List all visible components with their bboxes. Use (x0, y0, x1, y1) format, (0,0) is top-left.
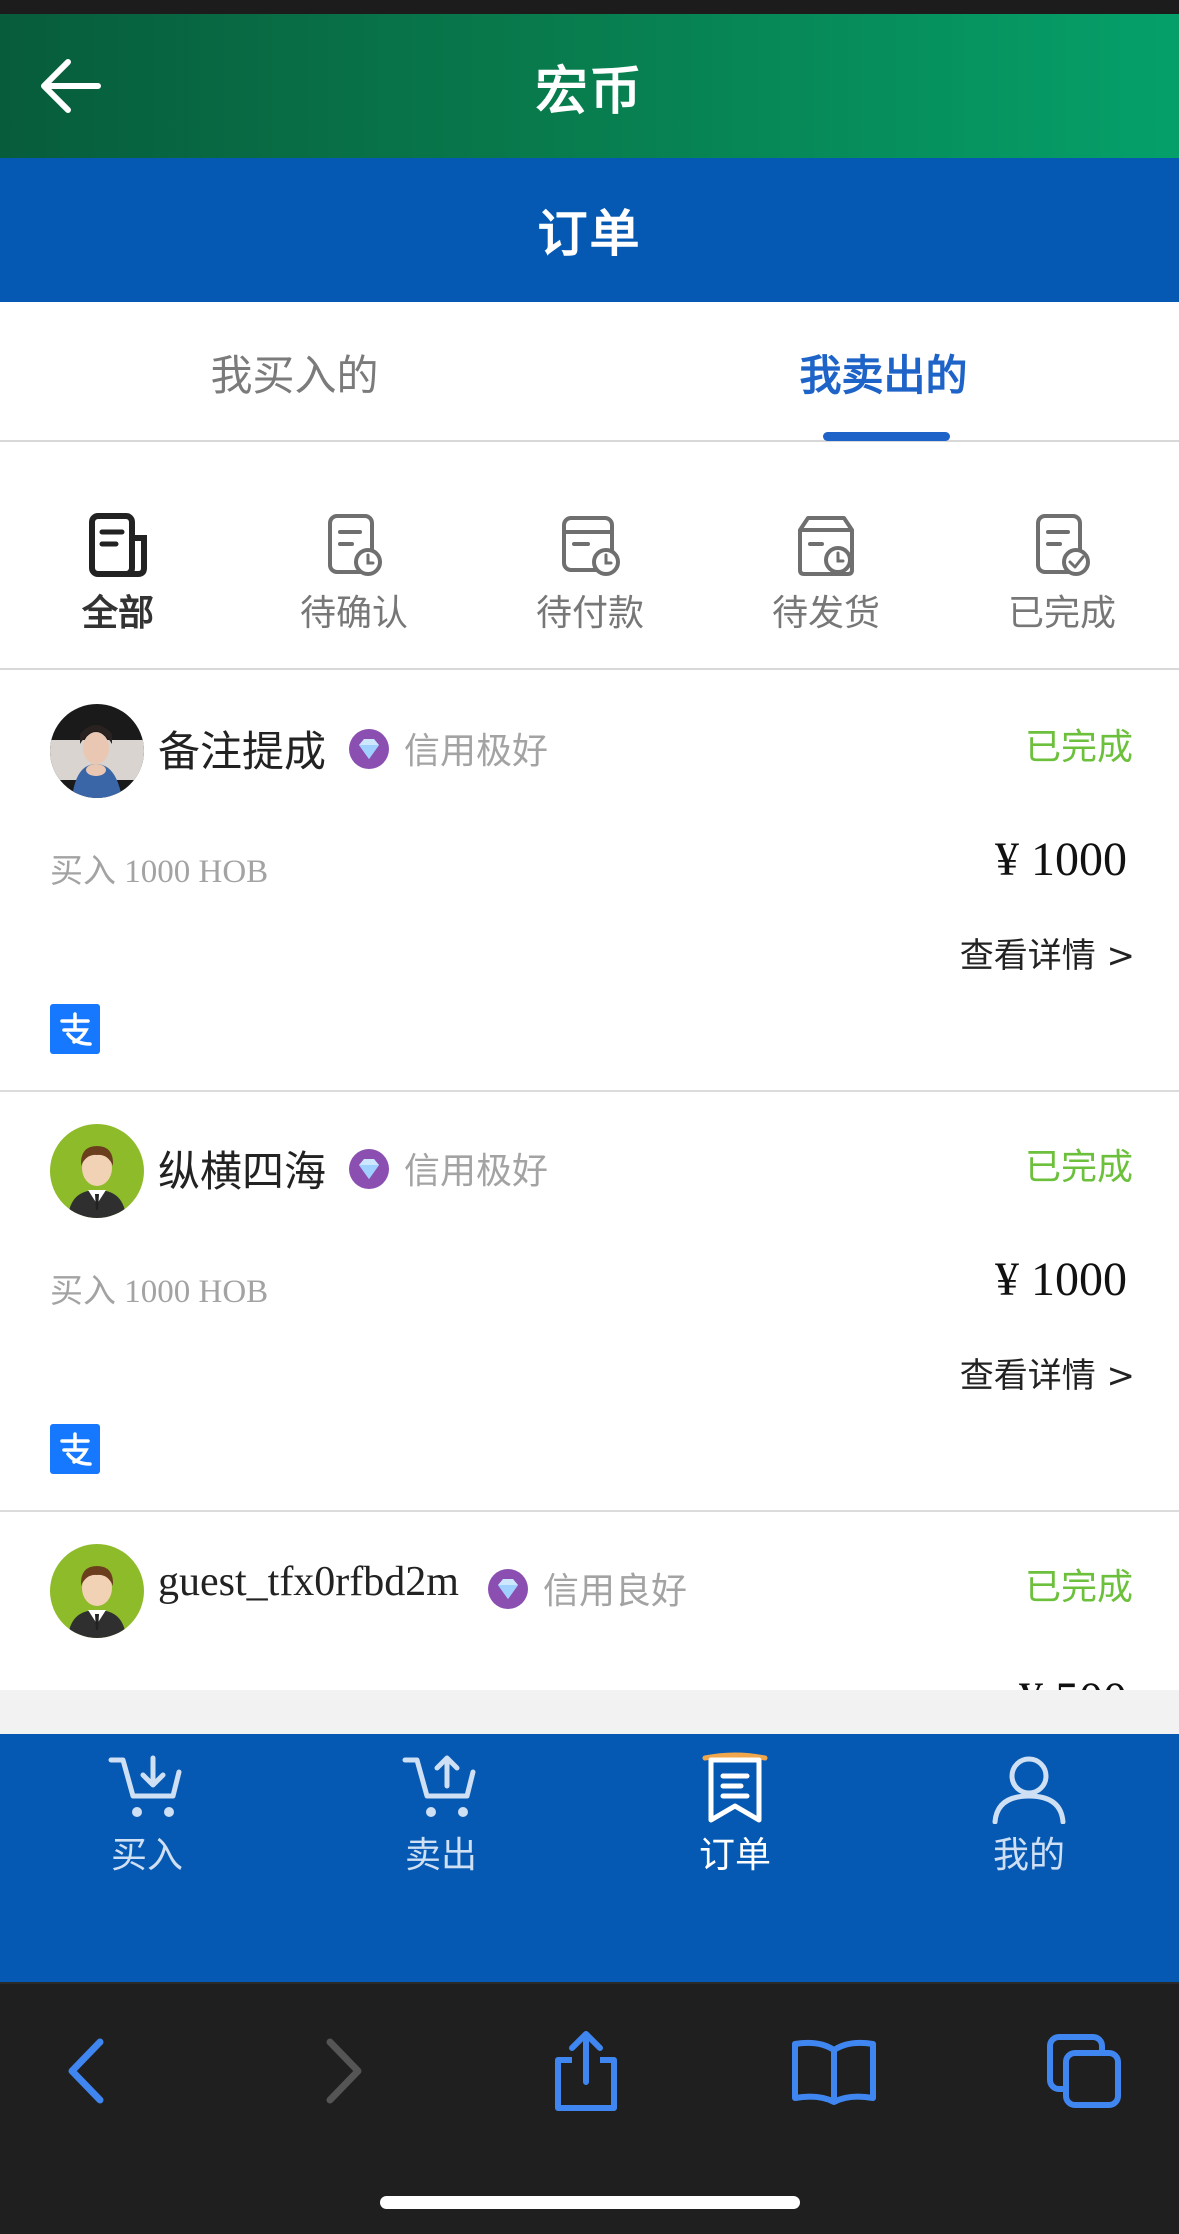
username: 备注提成 (158, 730, 327, 776)
order-price: ¥ 500 (1019, 1672, 1127, 1690)
page-title: 宏币 (535, 61, 644, 122)
status-badge: 已完成 (1024, 1147, 1133, 1188)
tabs-icon (1047, 2034, 1121, 2108)
share-button[interactable] (536, 2026, 636, 2116)
status-badge: 已完成 (1024, 727, 1133, 768)
order-price: ¥ 1000 (995, 833, 1127, 886)
filter-label: 待确认 (299, 593, 408, 634)
order-tabs: 我买入的 我卖出的 (0, 302, 1179, 442)
browser-forward-button[interactable] (292, 2026, 392, 2116)
alipay-icon (50, 1424, 100, 1474)
nav-label: 买入 (110, 1835, 183, 1876)
bookmarks-icon (792, 2039, 876, 2105)
pending-payment-icon (562, 516, 620, 576)
nav-orders[interactable]: 订单 (588, 1752, 882, 1882)
status-strip (0, 0, 1179, 14)
cart-buy-icon (108, 1755, 182, 1817)
filter-pending-payment[interactable]: 待付款 (472, 512, 708, 642)
order-card[interactable]: 纵横四海 信用极好 已完成 买入 1000 HOB ¥ 1000 查看详情 > (0, 1092, 1179, 1512)
completed-icon (1036, 514, 1090, 576)
filter-label: 已完成 (1007, 593, 1116, 634)
diamond-icon (349, 729, 389, 769)
share-icon (555, 2031, 617, 2111)
back-arrow-icon (41, 59, 101, 113)
order-bar: 订单 (0, 158, 1179, 302)
list-footer-gap (0, 1690, 1179, 1734)
order-price: ¥ 1000 (995, 1253, 1127, 1306)
avatar (50, 1124, 144, 1218)
filter-pending-confirm[interactable]: 待确认 (236, 512, 472, 642)
order-card[interactable]: guest_tfx0rfbd2m 信用良好 已完成 ¥ 500 (0, 1512, 1179, 1690)
filter-pending-shipment[interactable]: 待发货 (708, 512, 944, 642)
tab-bought[interactable]: 我买入的 (0, 302, 589, 442)
back-arrow-icon (68, 2038, 104, 2104)
nav-profile[interactable]: 我的 (882, 1752, 1176, 1882)
order-list-icon (702, 1752, 768, 1823)
tabs-button[interactable] (1034, 2026, 1134, 2116)
credit-rating: 信用极好 (404, 1151, 549, 1192)
nav-label: 订单 (698, 1835, 771, 1876)
diamond-icon (488, 1569, 528, 1609)
nav-sell[interactable]: 卖出 (294, 1752, 588, 1882)
alipay-icon (50, 1004, 100, 1054)
bottom-nav: 买入 卖出 订单 我的 (0, 1734, 1179, 1982)
filter-label: 全部 (81, 593, 154, 634)
app-header: 宏币 (0, 14, 1179, 158)
filter-label: 待付款 (535, 593, 644, 634)
credit-rating: 信用良好 (543, 1571, 688, 1612)
pending-shipment-icon (798, 516, 854, 576)
order-description: 买入 1000 HOB (50, 854, 269, 890)
username: 纵横四海 (158, 1150, 327, 1196)
user-profile-icon (992, 1756, 1066, 1824)
credit-rating: 信用极好 (404, 731, 549, 772)
order-list: 备注提成 信用极好 已完成 买入 1000 HOB ¥ 1000 查看详情 > (0, 672, 1179, 1690)
nav-label: 我的 (992, 1835, 1065, 1876)
tab-sold[interactable]: 我卖出的 (589, 302, 1178, 442)
pending-confirm-icon (328, 514, 382, 576)
avatar (50, 704, 144, 798)
nav-buy[interactable]: 买入 (0, 1752, 294, 1882)
view-details-link[interactable]: 查看详情 > (960, 1348, 1135, 1397)
screen: 宏币 订单 我买入的 我卖出的 全部 待确认 待付款 待发货 已完成 备注提成 … (0, 0, 1179, 2234)
filter-all[interactable]: 全部 (0, 512, 236, 642)
avatar (50, 1544, 144, 1638)
browser-back-button[interactable] (38, 2026, 138, 2116)
order-card[interactable]: 备注提成 信用极好 已完成 买入 1000 HOB ¥ 1000 查看详情 > (0, 672, 1179, 1092)
status-filter-row: 全部 待确认 待付款 待发货 已完成 (0, 442, 1179, 670)
home-indicator (380, 2196, 800, 2209)
section-title: 订单 (537, 205, 642, 263)
back-button[interactable] (38, 56, 102, 116)
username: guest_tfx0rfbd2m (158, 1559, 459, 1605)
status-badge: 已完成 (1024, 1567, 1133, 1608)
view-details-link[interactable]: 查看详情 > (960, 928, 1135, 977)
cart-sell-icon (402, 1755, 476, 1817)
forward-arrow-icon (326, 2038, 362, 2104)
filter-completed[interactable]: 已完成 (944, 512, 1179, 642)
order-description: 买入 1000 HOB (50, 1274, 269, 1310)
diamond-icon (349, 1149, 389, 1189)
bookmarks-button[interactable] (784, 2026, 884, 2116)
active-tab-indicator (823, 432, 950, 441)
all-orders-icon (89, 513, 147, 577)
nav-label: 卖出 (404, 1835, 477, 1876)
filter-label: 待发货 (771, 593, 880, 634)
